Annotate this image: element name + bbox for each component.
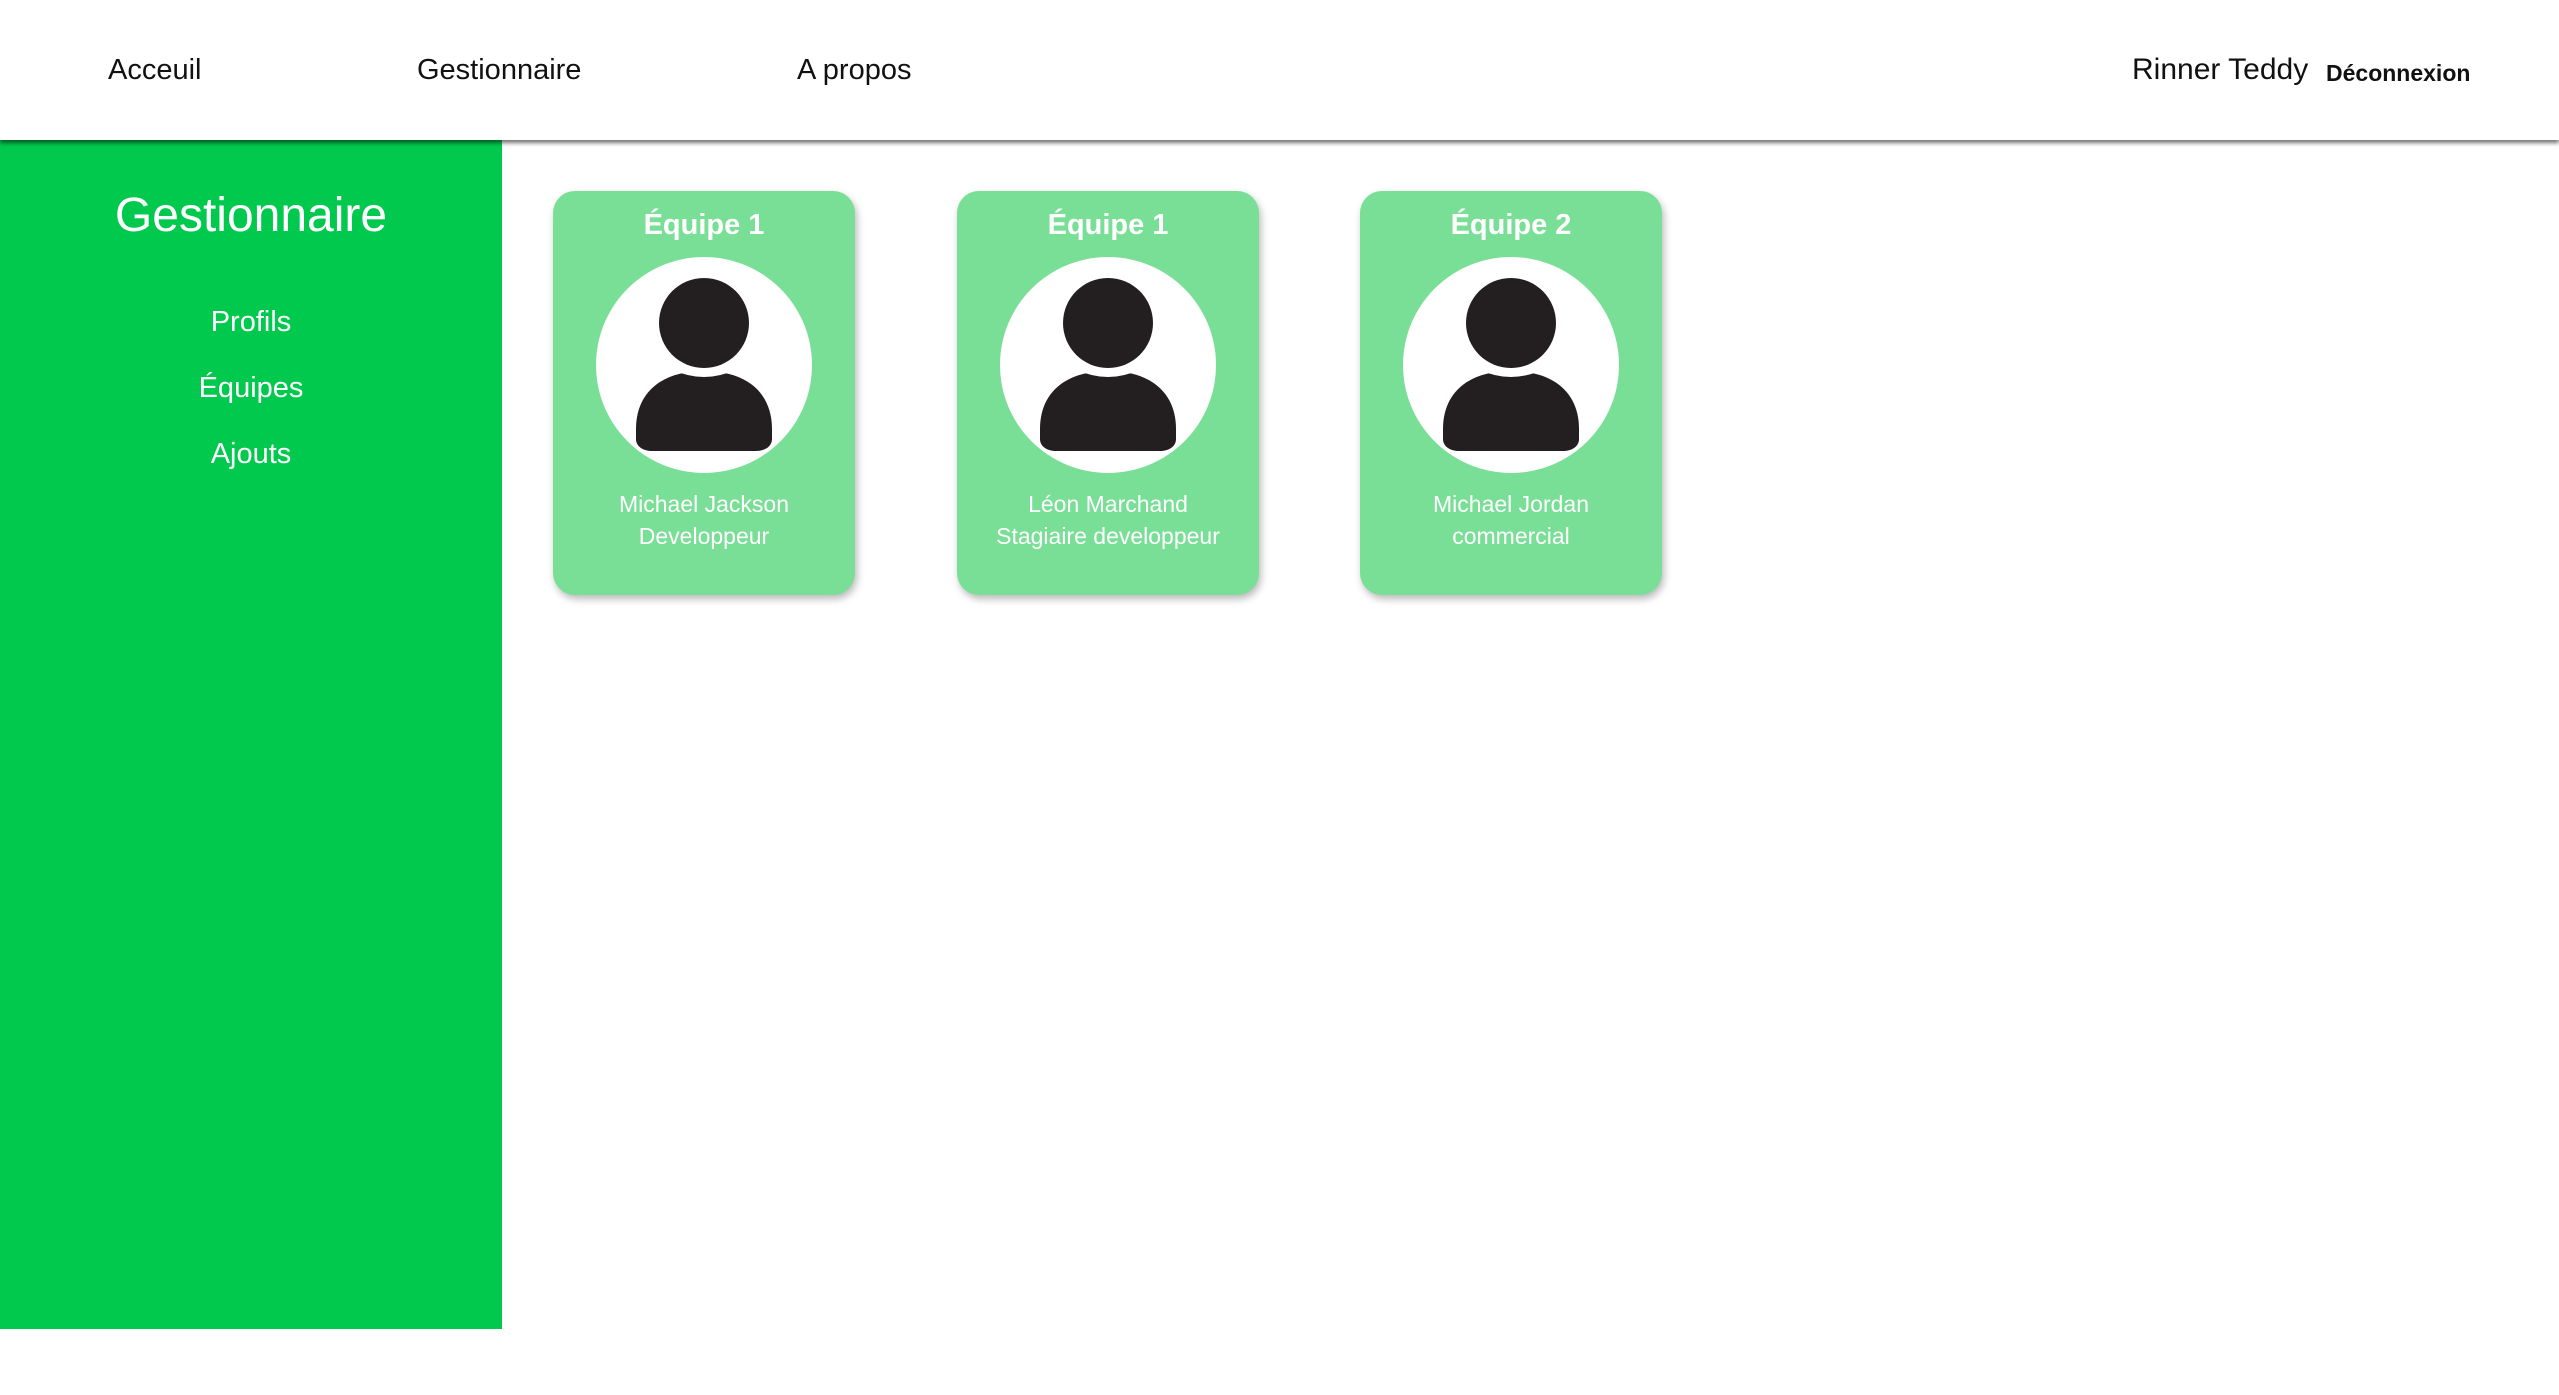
sidebar-title: Gestionnaire xyxy=(114,189,388,242)
user-icon xyxy=(596,257,812,473)
sidebar: Gestionnaire Profils Équipes Ajouts xyxy=(0,140,502,1329)
card-team-label: Équipe 2 xyxy=(1450,209,1572,241)
card-team-label: Équipe 1 xyxy=(643,209,765,241)
card-member-role: Stagiaire developpeur xyxy=(996,523,1220,549)
profile-card[interactable]: Équipe 1 Michael Jackson Developpeur xyxy=(553,191,855,595)
card-member-name: Michael Jackson xyxy=(618,491,790,517)
sidebar-item-profils[interactable]: Profils xyxy=(0,302,502,342)
card-member-role: Developpeur xyxy=(638,523,770,549)
top-navbar: Acceuil Gestionnaire A propos Rinner Ted… xyxy=(0,0,2559,140)
logout-link[interactable]: Déconnexion xyxy=(2326,56,2470,90)
sidebar-item-ajouts[interactable]: Ajouts xyxy=(0,434,502,474)
profile-card[interactable]: Équipe 1 Léon Marchand Stagiaire develop… xyxy=(957,191,1259,595)
card-member-name: Michael Jordan xyxy=(1433,491,1589,517)
card-team-label: Équipe 1 xyxy=(1047,209,1169,241)
nav-link-a-propos[interactable]: A propos xyxy=(797,50,911,90)
card-member-role: commercial xyxy=(1452,523,1570,549)
nav-link-gestionnaire[interactable]: Gestionnaire xyxy=(417,50,581,90)
card-member-name: Léon Marchand xyxy=(1028,491,1188,517)
user-name: Rinner Teddy xyxy=(2132,53,2309,86)
profile-card[interactable]: Équipe 2 Michael Jordan commercial xyxy=(1360,191,1662,595)
user-icon xyxy=(1403,257,1619,473)
nav-link-acceuil[interactable]: Acceuil xyxy=(108,50,202,90)
user-icon xyxy=(1000,257,1216,473)
sidebar-item-equipes[interactable]: Équipes xyxy=(0,368,502,408)
